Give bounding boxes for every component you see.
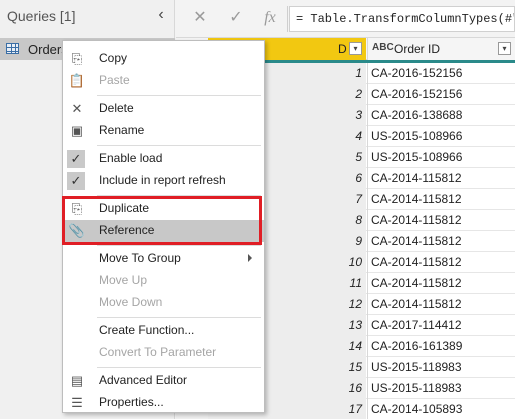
menu-item-create-function[interactable]: Create Function... — [63, 320, 264, 342]
menu-item-label: Enable load — [99, 151, 163, 165]
menu-separator — [97, 145, 261, 146]
menu-item-label: Advanced Editor — [99, 373, 188, 387]
cancel-formula-button[interactable]: ✕ — [189, 7, 211, 29]
checkmark-icon: ✓ — [67, 150, 85, 168]
collapse-pane-button[interactable]: ‹ — [153, 4, 169, 26]
formula-input[interactable]: = Table.TransformColumnTypes(#"Pr — [289, 6, 515, 32]
order-id-cell[interactable]: CA-2014-105893 — [367, 399, 515, 419]
order-id-cell[interactable]: US-2015-118983 — [367, 378, 515, 399]
menu-item-move-up[interactable]: Move Up — [63, 270, 264, 292]
order-id-cell[interactable]: US-2015-118983 — [367, 357, 515, 378]
advanced-editor-icon: ▤ — [70, 373, 84, 388]
order-id-cell[interactable]: CA-2014-115812 — [367, 252, 515, 273]
menu-item-convert-to-parameter[interactable]: Convert To Parameter — [63, 342, 264, 364]
order-id-cell[interactable]: US-2015-108966 — [367, 126, 515, 147]
order-id-cell[interactable]: CA-2016-152156 — [367, 63, 515, 84]
menu-separator — [97, 317, 261, 318]
menu-item-label: Move Up — [99, 273, 148, 287]
column-header-label: Order ID — [394, 42, 441, 56]
menu-item-move-down[interactable]: Move Down — [63, 292, 264, 314]
order-id-cell[interactable]: CA-2017-114412 — [367, 315, 515, 336]
menu-item-move-to-group[interactable]: Move To Group — [63, 248, 264, 270]
menu-item-paste[interactable]: 📋 Paste — [63, 70, 264, 92]
order-id-cell[interactable]: CA-2016-152156 — [367, 84, 515, 105]
menu-item-label: Include in report refresh — [99, 173, 226, 187]
queries-header: Queries [1] — [7, 8, 76, 24]
menu-separator — [97, 367, 261, 368]
menu-separator — [97, 95, 261, 96]
column-header-order-id[interactable]: ABC Order ID ▾ — [367, 38, 515, 60]
highlight-annotation-box — [62, 196, 262, 245]
menu-item-label: Rename — [99, 123, 145, 137]
table-icon — [6, 43, 19, 54]
order-id-cell[interactable]: CA-2016-138688 — [367, 105, 515, 126]
delete-icon: ✕ — [71, 101, 83, 116]
menu-item-label: Convert To Parameter — [99, 345, 217, 359]
commit-formula-button[interactable]: ✓ — [225, 7, 247, 29]
menu-item-label: Move To Group — [99, 251, 181, 265]
order-id-cell[interactable]: CA-2014-115812 — [367, 168, 515, 189]
checkmark-icon: ✓ — [67, 172, 85, 190]
order-id-cell[interactable]: CA-2014-115812 — [367, 273, 515, 294]
properties-icon: ☰ — [71, 395, 83, 410]
text-type-icon[interactable]: ABC — [372, 42, 394, 53]
paste-icon: 📋 — [68, 73, 86, 88]
menu-item-label: Properties... — [99, 395, 164, 409]
menu-item-label: Copy — [99, 51, 128, 65]
menu-item-properties[interactable]: ☰ Properties... — [63, 392, 264, 414]
formula-bar: ✕ ✓ fx = Table.TransformColumnTypes(#"Pr — [176, 0, 515, 38]
menu-item-label: Create Function... — [99, 323, 195, 337]
formula-divider — [287, 6, 288, 32]
order-id-cell[interactable]: US-2015-108966 — [367, 147, 515, 168]
rename-icon: ▣ — [70, 123, 84, 138]
menu-item-include-in-refresh[interactable]: ✓ Include in report refresh — [63, 170, 264, 192]
menu-item-label: Move Down — [99, 295, 163, 309]
menu-item-rename[interactable]: ▣ Rename — [63, 120, 264, 142]
order-id-cell[interactable]: CA-2014-115812 — [367, 189, 515, 210]
order-id-cell[interactable]: CA-2014-115812 — [367, 294, 515, 315]
menu-item-copy[interactable]: ⎘ Copy — [63, 48, 264, 70]
fx-icon[interactable]: fx — [259, 7, 281, 29]
menu-item-advanced-editor[interactable]: ▤ Advanced Editor — [63, 370, 264, 392]
menu-item-enable-load[interactable]: ✓ Enable load — [63, 148, 264, 170]
menu-item-label: Delete — [99, 101, 134, 115]
copy-icon: ⎘ — [71, 51, 83, 66]
order-id-cell[interactable]: CA-2014-115812 — [367, 231, 515, 252]
menu-item-label: Paste — [99, 73, 130, 87]
column-filter-dropdown-icon[interactable]: ▾ — [498, 42, 511, 55]
order-id-cell[interactable]: CA-2014-115812 — [367, 210, 515, 231]
column-filter-dropdown-icon[interactable]: ▾ — [349, 42, 362, 55]
order-id-cell[interactable]: CA-2016-161389 — [367, 336, 515, 357]
submenu-arrow-icon — [248, 254, 252, 262]
column-header-label: D — [338, 42, 347, 56]
menu-separator — [97, 245, 261, 246]
menu-item-delete[interactable]: ✕ Delete — [63, 98, 264, 120]
